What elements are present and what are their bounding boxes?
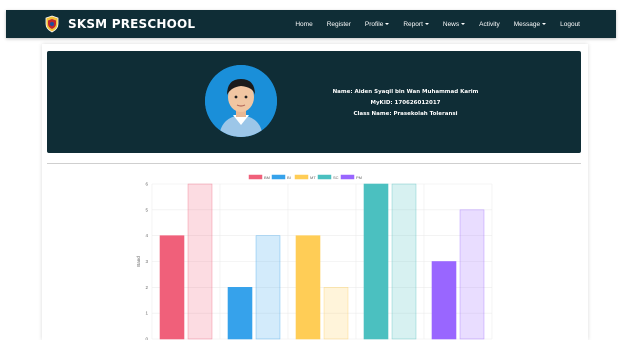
legend-label-pm[interactable]: PM [356,175,362,180]
legend-label-mt[interactable]: MT [310,175,316,180]
legend-swatch-bm[interactable] [248,174,263,180]
bar-bm-2[interactable] [187,183,213,340]
y-axis-label: Band [136,256,141,267]
legend-label-bm[interactable]: BM [264,175,270,180]
legend-label-sc[interactable]: SC [333,175,339,180]
y-tick-label: 4 [145,233,148,238]
legend-swatch-bi[interactable] [271,174,286,180]
y-tick-label: 3 [145,259,148,264]
legend-swatch-mt[interactable] [294,174,309,180]
legend-swatch-pm[interactable] [340,174,355,180]
bar-pm-1[interactable] [431,261,457,340]
bar-pm-2[interactable] [459,209,485,340]
y-tick-label: 2 [145,285,148,290]
legend-label-bi[interactable]: BI [287,175,291,180]
bar-sc-1[interactable] [363,183,389,340]
legend-swatch-sc[interactable] [317,174,332,180]
bar-mt-2[interactable] [323,287,349,340]
y-tick-label: 6 [145,182,148,187]
bar-sc-2[interactable] [391,183,417,340]
band-bar-chart: 0 1 2 3 4 5 6 Band BM BI MT SC PM [136,174,493,340]
bar-mt-1[interactable] [295,235,321,340]
y-tick-label: 0 [145,337,148,340]
bar-bm-1[interactable] [159,235,185,340]
bar-bi-1[interactable] [227,287,253,340]
y-tick-label: 5 [145,207,148,212]
y-tick-label: 1 [145,311,148,316]
bar-bi-2[interactable] [255,235,281,340]
